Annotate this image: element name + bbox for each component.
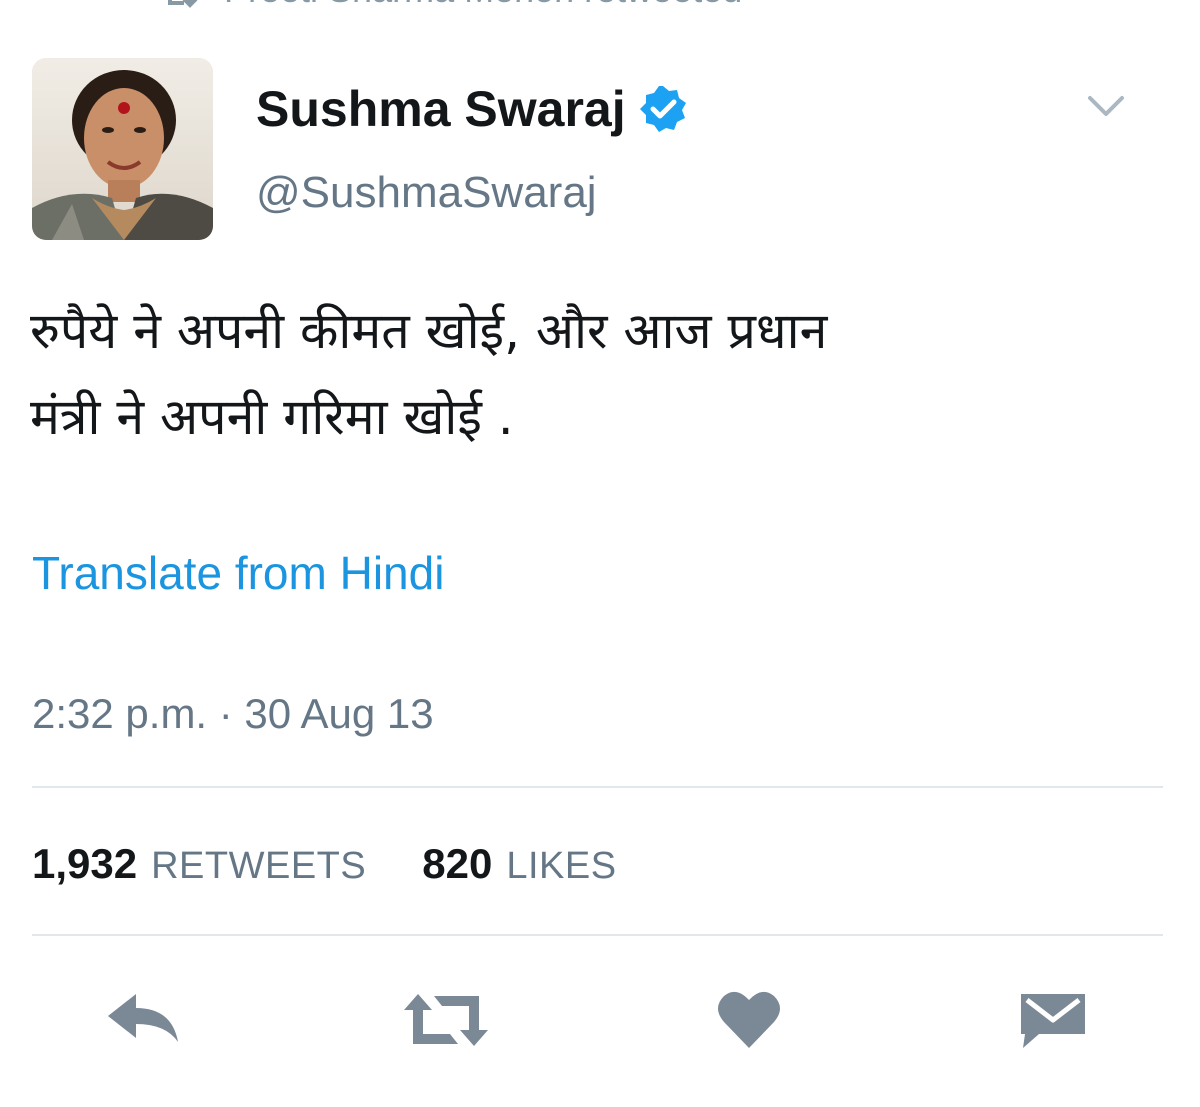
divider <box>32 934 1163 936</box>
likes-count[interactable]: 820 <box>422 840 492 888</box>
tweet-text: रुपैये ने अपनी कीमत खोई, और आज प्रधान मं… <box>30 288 1150 460</box>
display-name-text: Sushma Swaraj <box>256 81 626 137</box>
retweet-icon <box>404 994 488 1046</box>
verified-badge-icon <box>638 84 688 134</box>
likes-label[interactable]: LIKES <box>506 845 616 888</box>
retweet-button[interactable] <box>400 988 488 1052</box>
translate-link[interactable]: Translate from Hindi <box>32 546 444 600</box>
like-button[interactable] <box>716 988 796 1052</box>
engagement-stats: 1,932 RETWEETS 820 LIKES <box>32 840 617 888</box>
retweets-label[interactable]: RETWEETS <box>151 845 366 888</box>
tweet-timestamp[interactable]: 2:32 p.m. · 30 Aug 13 <box>32 690 434 738</box>
avatar[interactable] <box>32 58 213 240</box>
tweet-text-line: मंत्री ने अपनी गरिमा खोई . <box>30 388 514 446</box>
divider <box>32 786 1163 788</box>
direct-message-button[interactable] <box>1017 988 1097 1052</box>
heart-icon <box>718 991 780 1048</box>
chevron-down-icon[interactable] <box>1084 92 1128 122</box>
reply-button[interactable] <box>104 988 184 1052</box>
envelope-icon <box>1021 994 1085 1048</box>
retweet-context[interactable]: Preeti Sharma Menon retweeted <box>160 0 742 10</box>
retweet-icon <box>160 0 200 8</box>
author-display-name[interactable]: Sushma Swaraj <box>256 80 688 138</box>
retweet-context-label: Preeti Sharma Menon retweeted <box>224 0 742 11</box>
reply-icon <box>108 994 178 1042</box>
tweet-text-line: रुपैये ने अपनी कीमत खोई, और आज प्रधान <box>30 302 828 360</box>
retweets-count[interactable]: 1,932 <box>32 840 137 888</box>
author-handle[interactable]: @SushmaSwaraj <box>256 168 597 218</box>
